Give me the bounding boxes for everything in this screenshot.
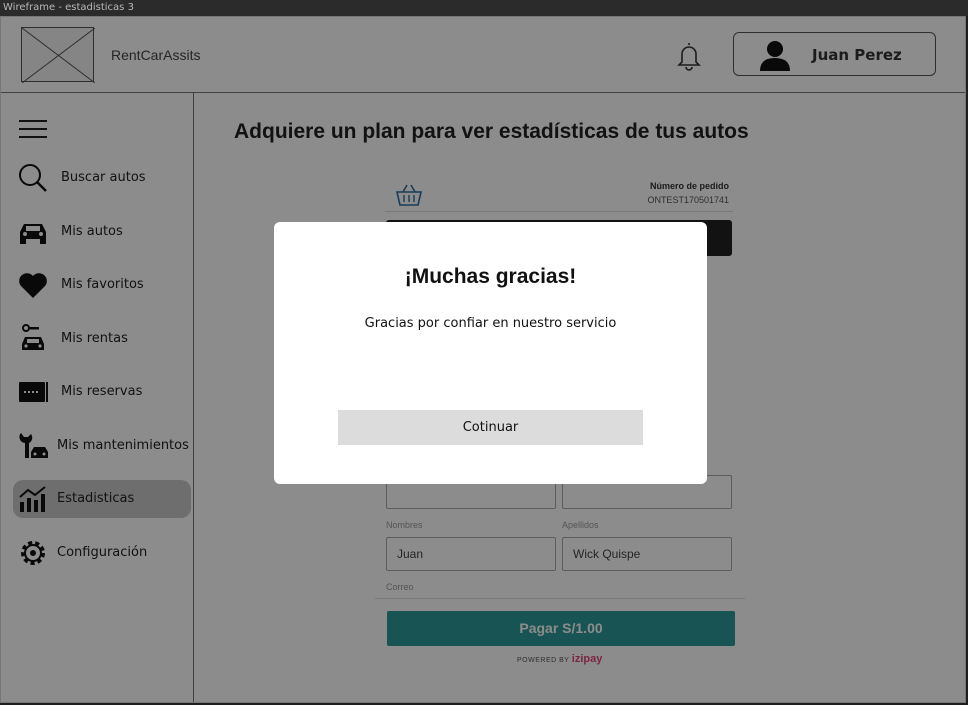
window-titlebar: Wireframe - estadisticas 3: [0, 0, 968, 16]
modal-title: ¡Muchas gracias!: [404, 265, 577, 288]
app-frame: RentCarAssits Juan Perez Buscar autos Mi…: [0, 16, 966, 703]
thank-you-modal: ¡Muchas gracias! Gracias por confiar en …: [274, 222, 707, 484]
modal-backdrop[interactable]: ¡Muchas gracias! Gracias por confiar en …: [1, 17, 965, 702]
window-title: Wireframe - estadisticas 3: [3, 2, 134, 13]
continue-button[interactable]: Cotinuar: [338, 410, 643, 445]
modal-message: Gracias por confiar en nuestro servicio: [364, 316, 617, 331]
